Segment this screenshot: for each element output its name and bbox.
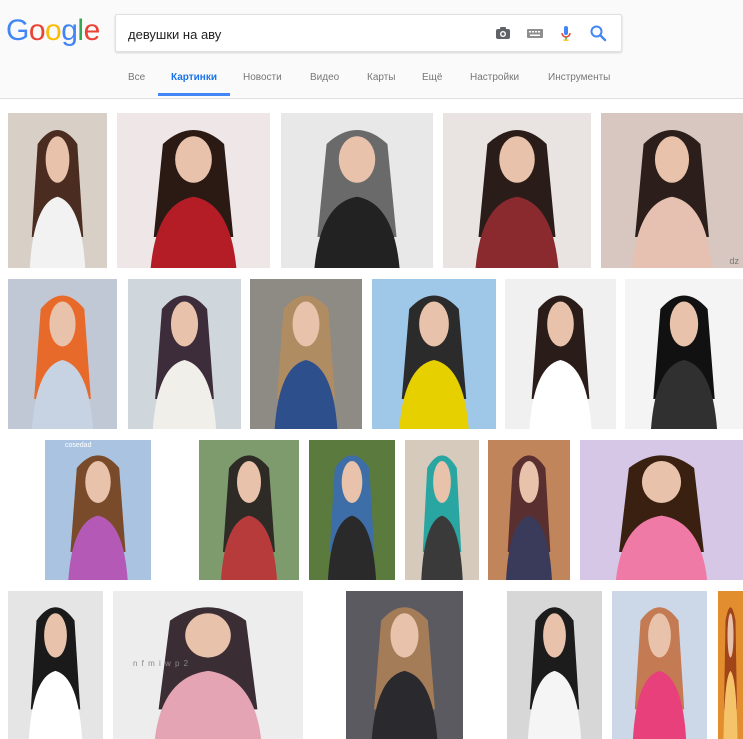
image-watermark: n f m i w p 2 (133, 659, 190, 668)
image-watermark: cosedad (65, 442, 92, 449)
thumbnail-image (8, 279, 117, 429)
image-result[interactable] (117, 113, 270, 268)
logo-letter: G (6, 14, 29, 47)
image-result[interactable] (580, 440, 743, 580)
image-result[interactable] (372, 279, 496, 429)
thumbnail-image (625, 279, 743, 429)
thumbnail-image (488, 440, 570, 580)
tab-images[interactable]: Картинки (171, 72, 217, 83)
thumbnail-image (8, 113, 107, 268)
thumbnail-image (718, 591, 743, 739)
tab-maps[interactable]: Карты (367, 72, 396, 83)
thumbnail-image (45, 440, 151, 580)
search-tabs: Все Картинки Новости Видео Карты Ещё Нас… (0, 66, 743, 98)
image-result[interactable] (8, 279, 117, 429)
thumbnail-image (601, 113, 743, 268)
image-result[interactable] (346, 591, 463, 739)
thumbnail-image (128, 279, 241, 429)
image-result[interactable] (625, 279, 743, 429)
logo-letter: o (45, 14, 62, 47)
thumbnail-image (199, 440, 299, 580)
image-result[interactable]: dz (601, 113, 743, 268)
image-result[interactable] (488, 440, 570, 580)
image-result[interactable] (505, 279, 616, 429)
thumbnail-image (405, 440, 479, 580)
image-result[interactable] (128, 279, 241, 429)
image-result[interactable] (507, 591, 602, 739)
logo-letter: g (61, 14, 78, 47)
thumbnail-image (580, 440, 743, 580)
thumbnail-image (505, 279, 616, 429)
image-watermark: dz (729, 256, 739, 266)
tab-more[interactable]: Ещё (422, 72, 442, 83)
active-tab-indicator (158, 93, 230, 96)
logo-letter: o (28, 14, 46, 47)
tab-news[interactable]: Новости (243, 72, 282, 83)
logo-letter: e (83, 14, 101, 47)
image-result[interactable] (8, 591, 103, 739)
search-icon[interactable] (588, 23, 608, 43)
thumbnail-image (346, 591, 463, 739)
thumbnail-image (281, 113, 433, 268)
search-box (115, 14, 622, 52)
camera-icon[interactable] (493, 23, 513, 43)
image-result[interactable] (405, 440, 479, 580)
thumbnail-image (309, 440, 395, 580)
thumbnail-image (507, 591, 602, 739)
microphone-icon[interactable] (556, 23, 576, 43)
thumbnail-image (8, 591, 103, 739)
image-result[interactable]: cosedad (45, 440, 151, 580)
thumbnail-image (117, 113, 270, 268)
image-result[interactable] (8, 113, 107, 268)
image-result[interactable] (309, 440, 395, 580)
image-result[interactable] (250, 279, 362, 429)
image-result[interactable]: n f m i w p 2 (113, 591, 303, 739)
thumbnail-image (443, 113, 591, 268)
tab-settings[interactable]: Настройки (470, 72, 519, 83)
tab-all[interactable]: Все (128, 72, 145, 83)
image-result[interactable] (199, 440, 299, 580)
header: Google Все Картинки Новости Видео Карты … (0, 0, 743, 99)
search-input[interactable] (126, 23, 480, 45)
thumbnail-image (612, 591, 707, 739)
image-result[interactable] (612, 591, 707, 739)
image-result[interactable] (718, 591, 743, 739)
thumbnail-image (372, 279, 496, 429)
tab-tools[interactable]: Инструменты (548, 72, 610, 83)
keyboard-icon[interactable] (525, 23, 545, 43)
image-result[interactable] (281, 113, 433, 268)
image-result[interactable] (443, 113, 591, 268)
google-logo[interactable]: Google (6, 14, 100, 50)
tab-video[interactable]: Видео (310, 72, 339, 83)
thumbnail-image (250, 279, 362, 429)
